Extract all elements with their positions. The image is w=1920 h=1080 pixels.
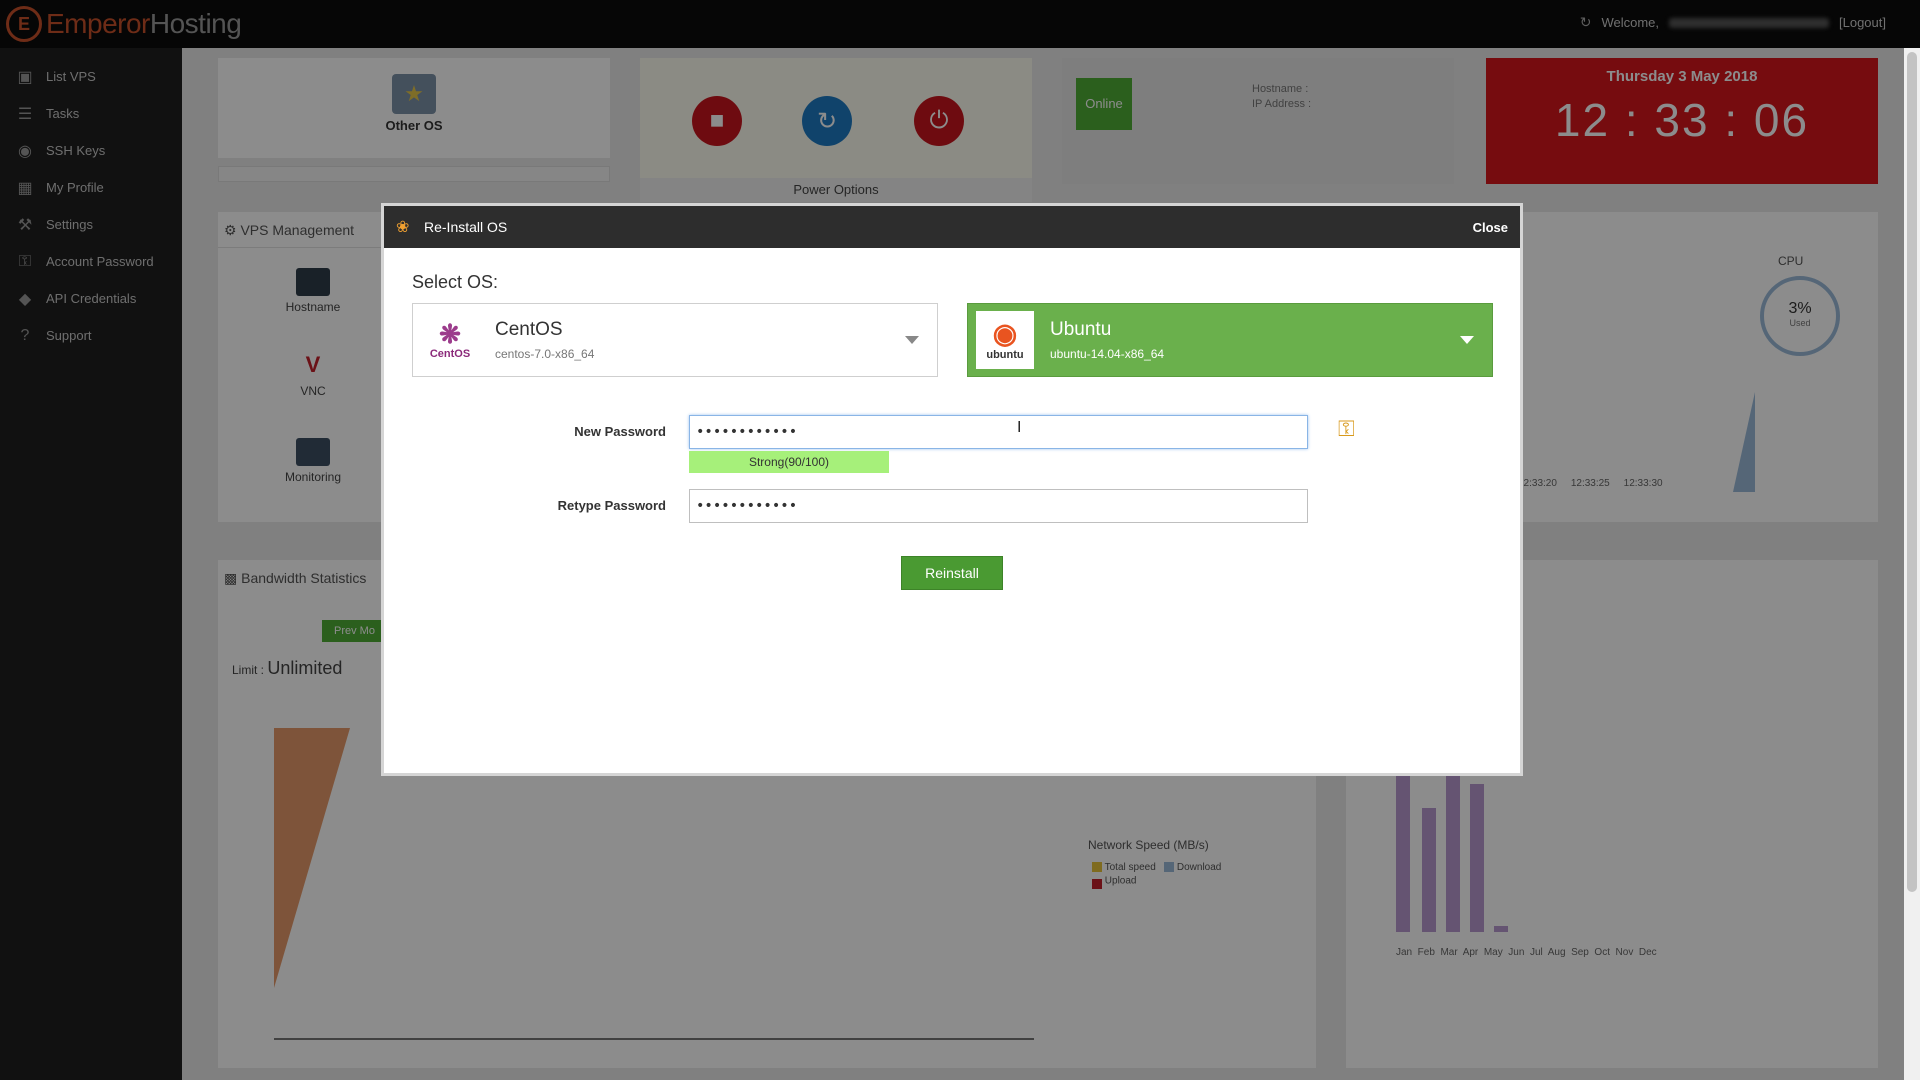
modal-header: ❀ Re-Install OS Close <box>384 206 1520 248</box>
select-os-label: Select OS: <box>412 272 499 292</box>
modal-title: Re-Install OS <box>424 219 508 235</box>
reinstall-button[interactable]: Reinstall <box>901 556 1003 590</box>
generate-password-key-icon[interactable]: ⚿ <box>1338 416 1355 442</box>
close-button[interactable]: Close <box>1473 220 1508 235</box>
retype-password-label: Retype Password <box>557 498 666 513</box>
chevron-down-icon <box>905 336 919 344</box>
os-name: Ubuntu <box>1050 319 1112 340</box>
os-install-icon: ❀ <box>396 219 410 236</box>
os-version: ubuntu-14.04-x86_64 <box>1050 347 1165 361</box>
new-password-label: New Password <box>574 424 666 439</box>
chevron-down-icon <box>1460 336 1474 344</box>
new-password-input[interactable] <box>689 415 1308 449</box>
os-option-ubuntu[interactable]: ◉ ubuntu Ubuntu ubuntu-14.04-x86_64 <box>967 303 1493 377</box>
os-version: centos-7.0-x86_64 <box>495 347 595 361</box>
retype-password-input[interactable] <box>689 489 1308 523</box>
page-scrollbar[interactable] <box>1904 48 1920 1080</box>
password-strength-meter: Strong(90/100) <box>689 451 889 473</box>
scrollbar-thumb[interactable] <box>1907 52 1917 892</box>
ubuntu-logo-icon: ◉ ubuntu <box>976 311 1034 369</box>
os-name: CentOS <box>495 319 563 340</box>
reinstall-os-modal: ❀ Re-Install OS Close Select OS: ❋ CentO… <box>381 203 1523 776</box>
os-option-centos[interactable]: ❋ CentOS CentOS centos-7.0-x86_64 <box>412 303 938 377</box>
centos-logo-icon: ❋ CentOS <box>429 319 471 360</box>
text-cursor-icon: I <box>1017 419 1022 436</box>
